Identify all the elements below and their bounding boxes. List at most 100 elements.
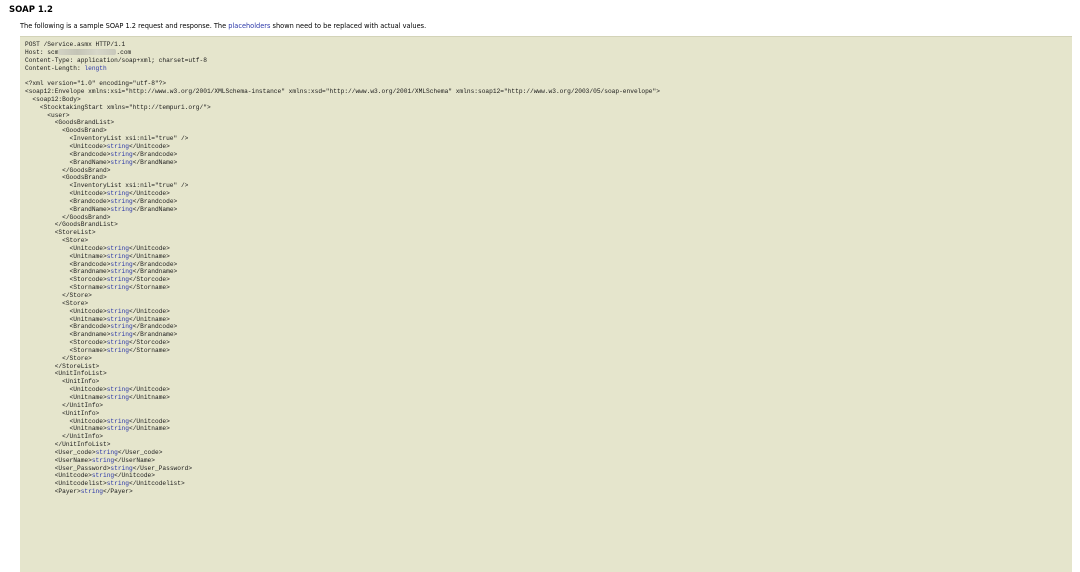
code-line: <UnitInfoList> bbox=[25, 370, 107, 377]
redacted-host-block bbox=[58, 48, 117, 55]
code-line: <Unitcode>string</Unitcode> bbox=[25, 386, 170, 393]
placeholder-value: string bbox=[106, 190, 129, 198]
code-line: <Unitcode>string</Unitcode> bbox=[25, 472, 155, 479]
code-line: <StocktakingStart xmlns="http://tempuri.… bbox=[25, 104, 211, 111]
soap-request-code: POST /Service.asmx HTTP/1.1 Host: scm .co… bbox=[20, 37, 1072, 496]
code-text: <Payer> bbox=[25, 488, 81, 496]
code-line: <Payer>string</Payer> bbox=[25, 488, 133, 495]
code-text: </GoodsBrand> bbox=[25, 213, 111, 221]
code-text: </UserName> bbox=[114, 456, 155, 464]
code-text: <Unitname> bbox=[25, 252, 107, 260]
code-text: <Storname> bbox=[25, 346, 107, 354]
intro-text: The following is a sample SOAP 1.2 reque… bbox=[20, 22, 426, 31]
code-line: <Unitname>string</Unitname> bbox=[25, 316, 170, 323]
code-text: </Brandcode> bbox=[132, 260, 178, 268]
code-text: <soap12:Body> bbox=[25, 95, 81, 103]
code-line: </GoodsBrand> bbox=[25, 167, 110, 174]
code-text: Content-Length: bbox=[25, 64, 85, 72]
placeholder-value: string bbox=[110, 205, 133, 213]
code-line: <Unitcode>string</Unitcode> bbox=[25, 418, 170, 425]
placeholder-value: string bbox=[91, 456, 115, 464]
code-line: <Store> bbox=[25, 300, 88, 307]
section-heading: SOAP 1.2 bbox=[9, 5, 53, 15]
placeholder-value: string bbox=[110, 260, 133, 268]
code-text: </Unitcode> bbox=[128, 386, 170, 394]
code-line: <UnitInfo> bbox=[25, 378, 99, 385]
code-text: <BrandName> bbox=[25, 158, 111, 166]
code-line: </GoodsBrand> bbox=[25, 214, 110, 221]
code-text: <Unitcode> bbox=[25, 307, 107, 315]
code-line: <Unitcodelist>string</Unitcodelist> bbox=[25, 480, 185, 487]
code-text: </Storcode> bbox=[128, 276, 170, 284]
code-text: </UnitInfo> bbox=[25, 401, 103, 409]
code-line: <BrandName>string</BrandName> bbox=[25, 158, 178, 166]
code-text: </User_code> bbox=[117, 448, 163, 456]
code-text: <InventoryList xsi:nil="true" /> bbox=[25, 135, 189, 143]
placeholder-value: string bbox=[110, 331, 133, 339]
code-line: <Unitcode>string</Unitcode> bbox=[25, 190, 170, 197]
code-line: </UnitInfoList> bbox=[25, 441, 111, 448]
placeholder-value: string bbox=[106, 393, 129, 401]
code-line: </Store> bbox=[25, 292, 92, 299]
code-line: <Unitcode>string</Unitcode> bbox=[25, 245, 170, 252]
code-line: </Store> bbox=[25, 355, 92, 362]
code-text: </Payer> bbox=[102, 488, 133, 496]
code-text: <GoodsBrand> bbox=[25, 174, 107, 182]
code-line: <user> bbox=[25, 112, 69, 119]
code-text: </Store> bbox=[25, 292, 92, 299]
code-line: <Store> bbox=[25, 237, 88, 244]
code-text: <Unitcode> bbox=[25, 472, 92, 480]
code-line: <StoreList> bbox=[25, 229, 96, 236]
placeholder-value: string bbox=[80, 488, 103, 496]
placeholder-value: string bbox=[110, 323, 133, 331]
code-text: <Unitcode> bbox=[25, 386, 107, 394]
placeholder-value: string bbox=[106, 386, 129, 394]
code-text: <UserName> bbox=[25, 456, 92, 464]
intro-text-before: The following is a sample SOAP 1.2 reque… bbox=[20, 22, 229, 30]
placeholder-value: string bbox=[106, 252, 129, 260]
code-line: <UnitInfo> bbox=[25, 410, 99, 417]
code-text: <GoodsBrandList> bbox=[25, 119, 115, 127]
code-text: </Unitcode> bbox=[128, 307, 170, 315]
code-line: <Brandcode>string</Brandcode> bbox=[25, 260, 178, 268]
code-text: </Brandname> bbox=[132, 268, 178, 276]
code-line: <GoodsBrand> bbox=[25, 174, 107, 181]
code-text: <Brandcode> bbox=[25, 323, 111, 331]
code-line: <InventoryList xsi:nil="true" /> bbox=[25, 182, 189, 190]
code-text: <Storcode> bbox=[25, 339, 107, 347]
placeholder-value: string bbox=[106, 284, 129, 292]
code-line: <Brandcode>string</Brandcode> bbox=[25, 150, 178, 158]
code-text: <GoodsBrand> bbox=[25, 127, 107, 135]
code-text: <Storname> bbox=[25, 284, 107, 292]
code-text: </Unitname> bbox=[128, 252, 170, 260]
placeholder-value: string bbox=[106, 480, 129, 488]
code-text: <UnitInfo> bbox=[25, 409, 100, 417]
code-line: <Unitname>string</Unitname> bbox=[25, 425, 170, 432]
code-text: <Unitname> bbox=[25, 315, 107, 323]
placeholder-value: string bbox=[106, 307, 129, 315]
code-text: POST /Service.asmx HTTP/1.1 bbox=[25, 41, 126, 48]
code-text: .com bbox=[116, 48, 132, 56]
code-text: </Unitcode> bbox=[128, 417, 170, 425]
code-text: </Storcode> bbox=[128, 339, 170, 347]
code-text: <Store> bbox=[25, 237, 89, 245]
code-text: </BrandName> bbox=[132, 158, 178, 166]
code-text: <Brandcode> bbox=[25, 150, 111, 158]
code-text: <Store> bbox=[25, 299, 89, 307]
code-text: <Unitname> bbox=[25, 425, 107, 433]
code-line: </UnitInfo> bbox=[25, 433, 103, 440]
code-text: </Unitname> bbox=[128, 425, 170, 433]
code-text: <User_code> bbox=[25, 448, 96, 456]
code-line: <UserName>string</UserName> bbox=[25, 457, 155, 464]
code-text: <Unitcodelist> bbox=[25, 480, 107, 488]
code-text: </BrandName> bbox=[132, 205, 178, 213]
code-text: <InventoryList xsi:nil="true" /> bbox=[25, 182, 189, 190]
code-line: POST /Service.asmx HTTP/1.1 bbox=[25, 41, 125, 48]
code-text: <UnitInfoList> bbox=[25, 370, 107, 378]
code-line: <GoodsBrandList> bbox=[25, 119, 114, 126]
placeholders-link[interactable]: placeholders bbox=[228, 22, 270, 30]
placeholder-value: string bbox=[106, 417, 129, 425]
code-line: <User_Password>string</User_Password> bbox=[25, 465, 192, 472]
code-text: </User_Password> bbox=[132, 464, 193, 472]
code-sample-box: POST /Service.asmx HTTP/1.1 Host: scm .co… bbox=[20, 36, 1072, 572]
